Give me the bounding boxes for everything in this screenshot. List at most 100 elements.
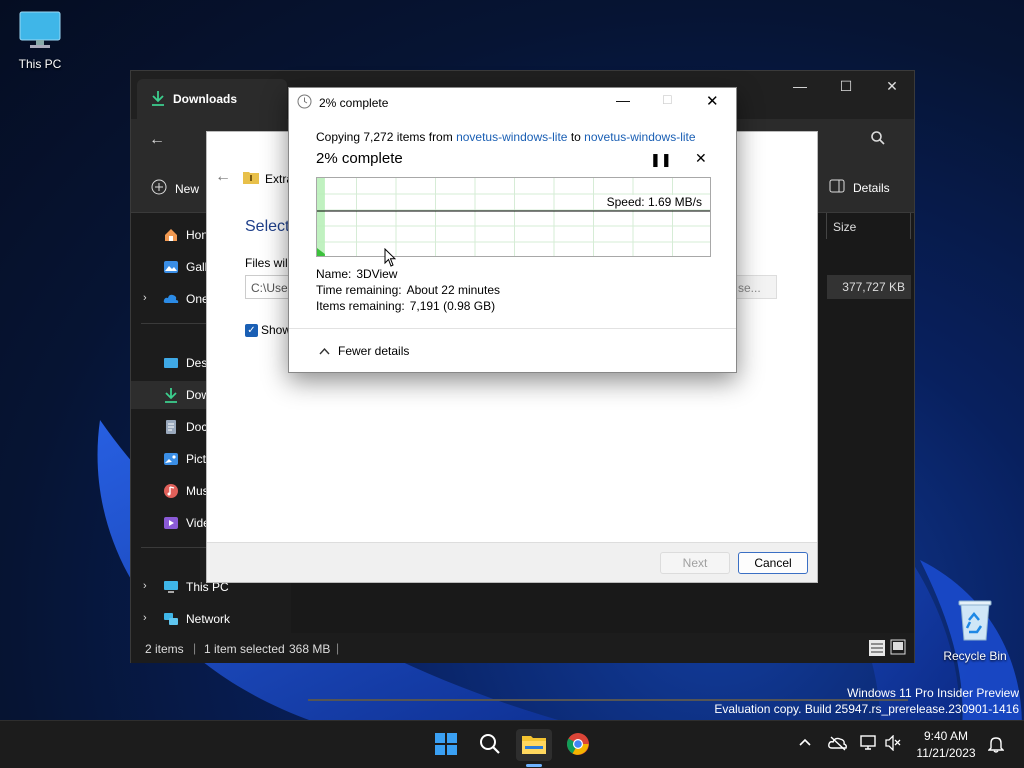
- copy-maximize-button[interactable]: ☐: [662, 93, 673, 107]
- status-selected: 1 item selected: [204, 642, 285, 656]
- chrome-icon: [566, 732, 590, 759]
- chevron-right-icon[interactable]: ›: [143, 292, 147, 304]
- browse-button[interactable]: se...: [735, 275, 777, 299]
- recycle-bin-icon: [935, 598, 1015, 645]
- horizontal-scrollbar[interactable]: [308, 699, 908, 701]
- show-files-label: Show: [261, 323, 292, 337]
- search-icon[interactable]: [871, 131, 885, 148]
- destination-folder-link[interactable]: novetus-windows-lite: [584, 130, 695, 144]
- details-pane-button[interactable]: Details: [829, 179, 890, 196]
- chevron-up-icon[interactable]: [798, 736, 812, 750]
- copy-summary-line: Copying 7,272 items from novetus-windows…: [316, 130, 696, 144]
- chevron-right-icon[interactable]: ›: [143, 612, 147, 624]
- mouse-cursor-icon: [384, 247, 397, 270]
- cancel-button[interactable]: Cancel: [738, 552, 808, 574]
- time-remaining-label: Time remaining:: [316, 283, 402, 297]
- gallery-icon: [163, 259, 179, 275]
- search-button[interactable]: [472, 729, 508, 761]
- desktop-recycle-bin[interactable]: Recycle Bin: [935, 598, 1015, 663]
- chevron-right-icon[interactable]: ›: [143, 580, 147, 592]
- watermark-line-1: Windows 11 Pro Insider Preview: [847, 686, 1019, 700]
- wizard-back-arrow-icon[interactable]: ←: [215, 168, 231, 186]
- network-icon: [163, 611, 179, 627]
- volume-muted-icon[interactable]: [884, 734, 902, 754]
- search-icon: [479, 733, 501, 758]
- computer-icon: [163, 579, 179, 595]
- monitor-icon: [0, 10, 80, 53]
- column-header-size[interactable]: Size: [826, 213, 911, 239]
- cloud-icon: [163, 291, 179, 307]
- time-remaining-value: About 22 minutes: [406, 283, 500, 297]
- back-arrow-icon[interactable]: ←: [149, 131, 165, 149]
- source-folder-link[interactable]: novetus-windows-lite: [456, 130, 567, 144]
- new-label: New: [175, 181, 200, 196]
- next-button[interactable]: Next: [660, 552, 730, 574]
- pause-icon[interactable]: ❚❚: [650, 152, 672, 168]
- progress-fill: [317, 178, 325, 256]
- status-item-count: 2 items: [145, 642, 184, 656]
- checkmark-icon[interactable]: ✓: [245, 323, 258, 337]
- copy-close-button[interactable]: ✕: [706, 92, 719, 110]
- plus-circle-icon: [151, 179, 167, 198]
- folder-icon: [521, 733, 547, 758]
- time-remaining-row: Time remaining: About 22 minutes: [316, 283, 500, 297]
- details-divider: [289, 328, 736, 329]
- copy-progress-dialog: 2% complete — ☐ ✕ Copying 7,272 items fr…: [288, 87, 737, 373]
- items-remaining-value: 7,191 (0.98 GB): [409, 299, 496, 313]
- status-divider: |: [336, 641, 340, 655]
- explorer-maximize-button[interactable]: ☐: [823, 71, 869, 101]
- wizard-heading: Select: [245, 218, 290, 235]
- watermark-line-2: Evaluation copy. Build 25947.rs_prerelea…: [714, 702, 1019, 716]
- details-view-icon[interactable]: [868, 639, 886, 660]
- wizard-files-label: Files will: [245, 256, 291, 270]
- status-size: 368 MB: [289, 642, 331, 656]
- clock-time[interactable]: 9:40 AM: [906, 729, 986, 743]
- fewer-details-label: Fewer details: [338, 344, 410, 358]
- explorer-close-button[interactable]: ✕: [869, 71, 915, 101]
- desktop-folder-icon: [163, 355, 179, 371]
- status-divider: |: [193, 641, 197, 655]
- copy-minimize-button[interactable]: —: [616, 92, 630, 108]
- new-button[interactable]: New: [151, 179, 199, 198]
- copy-dialog-title: 2% complete: [319, 96, 389, 110]
- transfer-speed-graph: Speed: 1.69 MB/s: [316, 177, 711, 257]
- video-icon: [163, 515, 179, 531]
- active-app-indicator: [526, 764, 542, 767]
- taskbar-chrome[interactable]: [560, 729, 596, 761]
- cloud-offline-icon[interactable]: [828, 735, 848, 754]
- items-remaining-label: Items remaining:: [316, 299, 405, 313]
- details-pane-icon: [829, 179, 845, 196]
- home-icon: [163, 227, 179, 243]
- taskbar: 9:40 AM 11/21/2023: [0, 720, 1024, 768]
- percent-complete-text: 2% complete: [316, 150, 403, 167]
- copy-prefix-text: Copying 7,272 items from: [316, 130, 453, 144]
- download-arrow-icon: [151, 90, 165, 109]
- tiles-view-icon[interactable]: [890, 639, 906, 658]
- graph-svg: [317, 178, 710, 256]
- copy-dialog-titlebar: 2% complete — ☐ ✕: [289, 88, 736, 116]
- windows-logo-icon: [434, 732, 458, 759]
- show-files-checkbox-row[interactable]: ✓ Show: [245, 323, 291, 337]
- file-size-cell: 377,727 KB: [827, 275, 911, 299]
- name-label: Name:: [316, 267, 352, 281]
- to-word: to: [570, 130, 581, 144]
- wizard-breadcrumb: Extra: [243, 170, 293, 187]
- explorer-minimize-button[interactable]: —: [777, 71, 823, 101]
- cancel-copy-icon[interactable]: ✕: [695, 150, 707, 167]
- explorer-tab-title: Downloads: [173, 92, 238, 106]
- clock-date[interactable]: 11/21/2023: [906, 746, 986, 760]
- fewer-details-button[interactable]: Fewer details: [319, 344, 409, 358]
- zip-folder-icon: [243, 170, 259, 187]
- music-icon: [163, 483, 179, 499]
- nav-item-network[interactable]: › Network: [131, 605, 289, 633]
- items-remaining-row: Items remaining: 7,191 (0.98 GB): [316, 299, 495, 313]
- chevron-up-icon: [319, 344, 330, 358]
- taskbar-file-explorer[interactable]: [516, 729, 552, 767]
- start-button[interactable]: [428, 729, 464, 761]
- speed-label: Speed: 1.69 MB/s: [604, 195, 704, 209]
- desktop-this-pc[interactable]: This PC: [0, 10, 80, 71]
- notification-bell-icon[interactable]: [987, 735, 1005, 756]
- details-label: Details: [853, 180, 890, 195]
- explorer-tab-downloads[interactable]: Downloads: [137, 79, 287, 119]
- network-monitor-icon[interactable]: [860, 735, 878, 754]
